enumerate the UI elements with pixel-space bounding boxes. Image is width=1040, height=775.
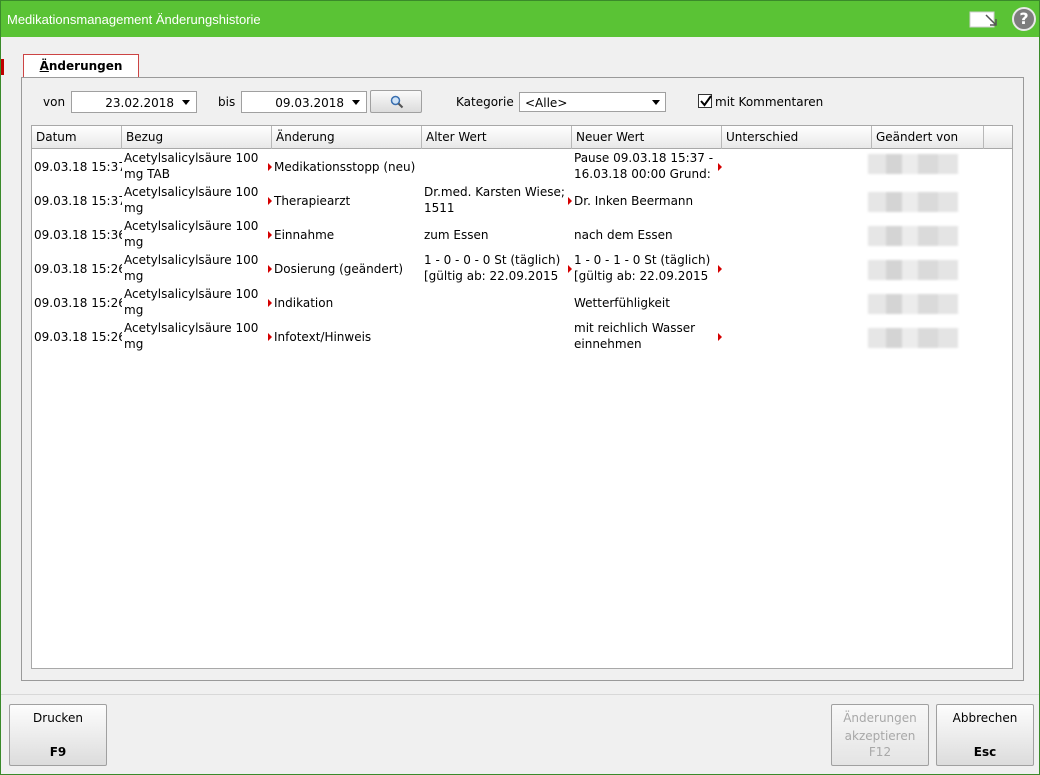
cell-unterschied bbox=[722, 320, 872, 354]
table-row[interactable]: 09.03.18 15:26 Acetylsalicylsäure 100 mg… bbox=[32, 320, 1012, 354]
search-button[interactable] bbox=[370, 90, 422, 113]
column-header-unterschied[interactable]: Unterschied bbox=[722, 126, 872, 149]
cell-alter-wert bbox=[422, 286, 572, 320]
cell-aenderung: Therapiearzt bbox=[274, 194, 351, 208]
cell-unterschied bbox=[722, 218, 872, 252]
title-bar: Medikationsmanagement Änderungshistorie … bbox=[1, 1, 1039, 37]
table-header: Datum Bezug Änderung Alter Wert Neuer We… bbox=[32, 126, 1012, 149]
cancel-button-key: Esc bbox=[973, 745, 997, 759]
check-icon bbox=[700, 95, 712, 107]
search-icon bbox=[390, 95, 404, 109]
accept-changes-button[interactable]: Änderungen akzeptieren F12 bbox=[831, 704, 929, 766]
cell-unterschied bbox=[722, 150, 872, 184]
help-icon[interactable]: ? bbox=[1012, 7, 1036, 31]
tab-label: nderungen bbox=[48, 59, 123, 73]
from-label: von bbox=[43, 95, 66, 109]
column-header-spacer bbox=[984, 126, 1012, 149]
accept-button-key: F12 bbox=[868, 745, 892, 759]
cell-datum: 09.03.18 15:37 bbox=[34, 160, 122, 174]
blurred-user bbox=[868, 226, 958, 246]
blurred-user bbox=[868, 154, 958, 174]
cell-alter-wert: zum Essen bbox=[424, 228, 489, 242]
column-header-alter-wert[interactable]: Alter Wert bbox=[422, 126, 572, 149]
cell-aenderung: Medikationsstopp (neu) bbox=[274, 160, 416, 174]
cell-neuer-wert: nach dem Essen bbox=[574, 228, 673, 242]
category-label: Kategorie bbox=[456, 95, 514, 109]
accept-button-label-line1: Änderungen bbox=[843, 711, 917, 725]
tab-mnemonic: Ä bbox=[39, 59, 49, 73]
from-date-picker[interactable]: 23.02.2018 bbox=[71, 91, 197, 113]
cell-neuer-wert: Dr. Inken Beermann bbox=[574, 194, 694, 208]
accept-button-label-line2: akzeptieren bbox=[844, 729, 916, 743]
app-window: Medikationsmanagement Änderungshistorie … bbox=[0, 0, 1040, 775]
table-row[interactable]: 09.03.18 15:26 Acetylsalicylsäure 100 mg… bbox=[32, 252, 1012, 286]
comments-label: mit Kommentaren bbox=[715, 95, 824, 109]
chevron-down-icon[interactable] bbox=[182, 100, 190, 105]
note-icon[interactable] bbox=[969, 9, 999, 29]
cell-bezug: Acetylsalicylsäure 100 mg bbox=[124, 321, 259, 351]
cell-alter-wert: 1 - 0 - 0 - 0 St (täglich) [gültig ab: 2… bbox=[424, 253, 561, 283]
column-header-bezug[interactable]: Bezug bbox=[122, 126, 272, 149]
cell-unterschied bbox=[722, 252, 872, 286]
cell-aenderung: Einnahme bbox=[274, 228, 335, 242]
cell-datum: 09.03.18 15:26 bbox=[34, 262, 122, 276]
cell-alter-wert bbox=[422, 320, 572, 354]
print-button-key: F9 bbox=[49, 745, 67, 759]
column-header-neuer-wert[interactable]: Neuer Wert bbox=[572, 126, 722, 149]
cell-neuer-wert: Pause 09.03.18 15:37 - 16.03.18 00:00 Gr… bbox=[574, 151, 714, 181]
table-row[interactable]: 09.03.18 15:26 Acetylsalicylsäure 100 mg… bbox=[32, 286, 1012, 320]
cell-unterschied bbox=[722, 184, 872, 218]
category-select[interactable]: <Alle> bbox=[519, 92, 666, 112]
cell-bezug: Acetylsalicylsäure 100 mg bbox=[124, 253, 259, 283]
table-row[interactable]: 09.03.18 15:36 Acetylsalicylsäure 100 mg… bbox=[32, 218, 1012, 252]
left-accent bbox=[1, 59, 4, 75]
cell-bezug: Acetylsalicylsäure 100 mg bbox=[124, 185, 259, 215]
chevron-down-icon[interactable] bbox=[652, 100, 660, 105]
cell-datum: 09.03.18 15:37 bbox=[34, 194, 122, 208]
chevron-down-icon[interactable] bbox=[352, 100, 360, 105]
cell-datum: 09.03.18 15:26 bbox=[34, 330, 122, 344]
blurred-user bbox=[868, 192, 958, 212]
window-title: Medikationsmanagement Änderungshistorie bbox=[7, 12, 261, 27]
table-row[interactable]: 09.03.18 15:37 Acetylsalicylsäure 100 mg… bbox=[32, 150, 1012, 184]
cell-neuer-wert: 1 - 0 - 1 - 0 St (täglich) [gültig ab: 2… bbox=[574, 253, 711, 283]
cell-alter-wert bbox=[422, 150, 572, 184]
print-button-label: Drucken bbox=[33, 711, 83, 725]
cell-alter-wert: Dr.med. Karsten Wiese; 1511 bbox=[424, 185, 565, 215]
column-header-datum[interactable]: Datum bbox=[32, 126, 122, 149]
cell-datum: 09.03.18 15:26 bbox=[34, 296, 122, 310]
blurred-user bbox=[868, 260, 958, 280]
cancel-button-label: Abbrechen bbox=[952, 711, 1018, 725]
cell-datum: 09.03.18 15:36 bbox=[34, 228, 122, 242]
blurred-user bbox=[868, 328, 958, 348]
comments-checkbox[interactable] bbox=[698, 94, 712, 108]
cancel-button[interactable]: Abbrechen Esc bbox=[936, 704, 1034, 766]
tab-aenderungen[interactable]: Änderungen bbox=[23, 54, 139, 78]
cell-aenderung: Dosierung (geändert) bbox=[274, 262, 404, 276]
table-row[interactable]: 09.03.18 15:37 Acetylsalicylsäure 100 mg… bbox=[32, 184, 1012, 218]
cell-neuer-wert: mit reichlich Wasser einnehmen bbox=[574, 321, 696, 351]
to-date-value: 09.03.2018 bbox=[275, 96, 344, 110]
column-header-geaendert-von[interactable]: Geändert von bbox=[872, 126, 984, 149]
blurred-user bbox=[868, 294, 958, 314]
column-header-aenderung[interactable]: Änderung bbox=[272, 126, 422, 149]
to-date-picker[interactable]: 09.03.2018 bbox=[241, 91, 367, 113]
from-date-value: 23.02.2018 bbox=[105, 96, 174, 110]
history-table: Datum Bezug Änderung Alter Wert Neuer We… bbox=[31, 125, 1013, 669]
cell-aenderung: Indikation bbox=[274, 296, 334, 310]
cell-neuer-wert: Wetterfühligkeit bbox=[574, 296, 670, 310]
to-label: bis bbox=[218, 95, 236, 109]
cell-aenderung: Infotext/Hinweis bbox=[274, 330, 372, 344]
cell-bezug: Acetylsalicylsäure 100 mg TAB bbox=[124, 151, 259, 181]
print-button[interactable]: Drucken F9 bbox=[9, 704, 107, 766]
cell-bezug: Acetylsalicylsäure 100 mg bbox=[124, 287, 259, 317]
cell-unterschied bbox=[722, 286, 872, 320]
cell-bezug: Acetylsalicylsäure 100 mg bbox=[124, 219, 259, 249]
category-value: <Alle> bbox=[525, 96, 568, 110]
